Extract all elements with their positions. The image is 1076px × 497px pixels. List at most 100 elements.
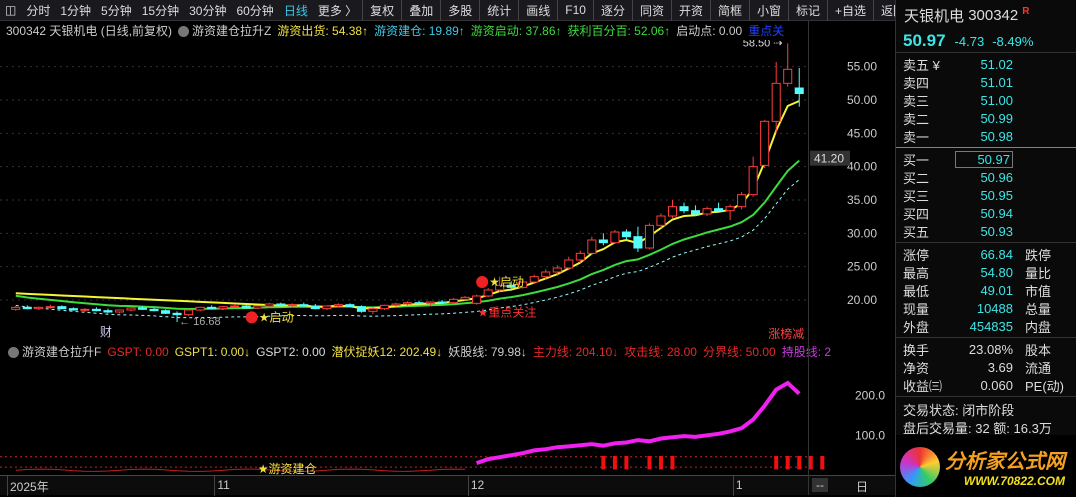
indicator-value: 获利百分百: 52.06↑ bbox=[567, 24, 671, 38]
row-label: 收益㈢ bbox=[903, 378, 943, 394]
toolbar-button[interactable]: 画线 bbox=[518, 0, 557, 21]
candle bbox=[57, 305, 67, 310]
price-tick: 35.00 bbox=[847, 193, 877, 207]
candle bbox=[587, 236, 597, 255]
period-tab[interactable]: 5分钟 bbox=[96, 2, 137, 19]
date-label: 11 bbox=[217, 478, 230, 492]
price-tick: 30.00 bbox=[847, 226, 877, 240]
signal-bar bbox=[670, 455, 675, 470]
row-label-2: 总量 bbox=[1025, 301, 1052, 317]
candle bbox=[760, 120, 770, 168]
toolbar-button[interactable]: 开资 bbox=[670, 0, 710, 21]
chart-annotation: 财 bbox=[100, 325, 112, 339]
row-value: 50.93 bbox=[980, 223, 1013, 239]
date-label: 12 bbox=[470, 478, 485, 492]
flower-logo-icon bbox=[900, 447, 940, 487]
indicator-value: 游资启动: 37.86↑ bbox=[470, 24, 562, 38]
indicator-value: 持股线: 2 bbox=[781, 344, 832, 359]
row-label-2: 流通 bbox=[1025, 360, 1052, 376]
signal-bar bbox=[658, 455, 663, 470]
toolbar-button[interactable]: 逐分 bbox=[592, 0, 632, 21]
candle bbox=[564, 256, 574, 270]
row-value: 51.00 bbox=[980, 92, 1013, 108]
toolbar-button[interactable]: 统计 bbox=[479, 0, 518, 21]
period-tab[interactable]: 更多 〉 bbox=[313, 2, 362, 19]
buys-row: 买二 50.96 bbox=[896, 168, 1076, 186]
current-price-label: 41.20 bbox=[814, 152, 844, 166]
sells-row: 卖一 50.98 bbox=[896, 127, 1076, 145]
period-tab[interactable]: 分时 bbox=[21, 2, 55, 19]
candle bbox=[737, 192, 747, 210]
buys-row: 买三 50.95 bbox=[896, 186, 1076, 204]
toolbar-button[interactable]: 复权 bbox=[362, 0, 401, 21]
row-value: 0.060 bbox=[980, 377, 1013, 393]
indicator-select[interactable]: 游资建仓拉升Z bbox=[178, 22, 271, 39]
low-price-label: ← 16.68 bbox=[179, 316, 221, 328]
stock-code: 300342 bbox=[968, 6, 1019, 24]
candle bbox=[310, 304, 320, 310]
stock-name: 天银机电 bbox=[904, 7, 965, 25]
date-tick bbox=[467, 476, 469, 496]
candle bbox=[241, 304, 251, 309]
row-value: 54.80 bbox=[980, 264, 1013, 280]
indicator-value: 攻击线: 28.00 bbox=[624, 344, 697, 359]
toolbar: ◫ 分时 1分钟 5分钟 15分钟 30分钟 60分钟 日线 更多 〉 复权 叠加 多股 统计 画线 F… bbox=[0, 0, 905, 21]
main-force-line bbox=[475, 380, 801, 465]
toolbar-button[interactable]: 叠加 bbox=[401, 0, 440, 21]
toolbar-button[interactable]: 标记 bbox=[788, 0, 827, 21]
date-axis-dash[interactable]: -- bbox=[812, 478, 828, 492]
period-tab[interactable]: 日线 bbox=[279, 2, 313, 19]
toolbar-button[interactable]: 简框 bbox=[709, 0, 749, 21]
price-chart[interactable]: 55.00 50.00 45.00 40.00 35.00 30.00 25.00 20.00… bbox=[0, 40, 895, 340]
price-tick: 25.00 bbox=[847, 260, 877, 274]
signal-bar bbox=[797, 455, 802, 470]
row-value: 23.08% bbox=[968, 341, 1013, 357]
build-position-label: ★游资建仓 bbox=[258, 462, 317, 475]
toolbar-button[interactable]: 小窗 bbox=[749, 0, 788, 21]
row-value: 50.96 bbox=[980, 169, 1013, 185]
row-label: 卖一 bbox=[903, 129, 930, 145]
period-tab[interactable]: 60分钟 bbox=[231, 2, 278, 19]
buys-row: 买一 50.97 bbox=[896, 150, 1076, 168]
toolbar-button[interactable]: 多股 bbox=[440, 0, 479, 21]
period-tab[interactable]: 30分钟 bbox=[184, 2, 231, 19]
date-axis-day[interactable]: 日 bbox=[856, 478, 868, 495]
toolbar-button[interactable]: +自选 bbox=[827, 0, 873, 21]
row-value: 51.02 bbox=[980, 56, 1013, 72]
price-tick: 45.00 bbox=[847, 126, 877, 140]
candle bbox=[22, 305, 32, 310]
price-tick: 50.00 bbox=[847, 93, 877, 107]
candle bbox=[80, 308, 90, 312]
date-tick bbox=[214, 476, 216, 496]
sells-row: 卖三 51.00 bbox=[896, 91, 1076, 109]
row-label-2: 股本 bbox=[1025, 342, 1052, 358]
row-value: 3.69 bbox=[987, 359, 1013, 375]
row-label-2: 市值 bbox=[1025, 283, 1052, 299]
indicator-header: 游资建仓拉升F GSPT: 0.00 GSPT1: 0.00↓ GSPT2: 0.0… bbox=[0, 342, 895, 360]
date-tick bbox=[7, 476, 8, 496]
signal-bar bbox=[785, 455, 790, 470]
date-axis: -- 日 2025年 11 12 1 bbox=[0, 475, 895, 496]
candle bbox=[356, 305, 366, 313]
stats-row: 外盘 454835 内盘 bbox=[896, 317, 1076, 335]
period-tab[interactable]: 1分钟 bbox=[55, 2, 96, 19]
row-label: 卖三 bbox=[903, 93, 930, 109]
indicator-value: 潜伏捉妖12: 202.49↓ bbox=[331, 344, 443, 359]
stats-row: 现量 10488 总量 bbox=[896, 299, 1076, 317]
signal-bar bbox=[808, 455, 813, 470]
row-label: 卖五 ¥ bbox=[903, 57, 940, 73]
toolbar-button[interactable]: 同资 bbox=[631, 0, 671, 21]
candle bbox=[34, 306, 44, 310]
period-tab[interactable]: 15分钟 bbox=[137, 2, 184, 19]
toolbar-button[interactable]: F10 bbox=[557, 0, 593, 21]
indicator-chart[interactable]: 200.0 100.0 ★游资建仓 bbox=[0, 360, 895, 475]
stats2-row: 净资 3.69 流通 bbox=[896, 358, 1076, 376]
row-label: 外盘 bbox=[903, 319, 930, 335]
panel-toggle-icon[interactable]: ◫ bbox=[0, 3, 21, 17]
chart-annotation: ★启动 bbox=[489, 275, 524, 289]
indicator-select[interactable]: 游资建仓拉升F bbox=[8, 343, 101, 360]
candle bbox=[91, 307, 101, 312]
row-value: 50.94 bbox=[980, 205, 1013, 221]
signal-bar bbox=[774, 455, 779, 470]
candle bbox=[610, 230, 620, 244]
